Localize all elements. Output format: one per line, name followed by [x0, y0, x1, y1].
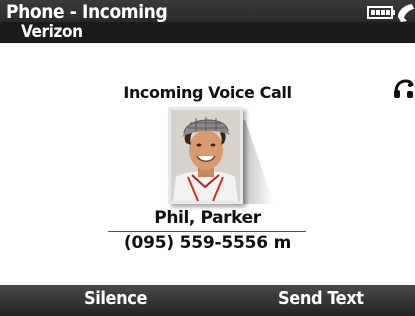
send-text-softkey[interactable]: Send Text — [278, 288, 364, 309]
carrier-name: Verizon — [21, 22, 83, 42]
incoming-call-screen: Phone - Incoming Verizon Incoming Voice … — [0, 0, 415, 316]
phone-signal-icon — [398, 4, 414, 22]
caller-photo — [168, 107, 243, 204]
call-type-label: Incoming Voice Call — [123, 83, 292, 102]
photo-shadow — [238, 120, 274, 204]
caller-number: (095) 559-5556 m — [123, 233, 292, 253]
silence-softkey[interactable]: Silence — [84, 288, 147, 309]
carrier-bar: Verizon — [0, 22, 415, 43]
battery-icon — [367, 6, 395, 19]
name-divider — [108, 231, 306, 232]
softkey-bar: Silence Send Text — [0, 285, 415, 316]
call-type-heading: Incoming Voice Call — [0, 83, 415, 102]
caller-name: Phil, Parker — [154, 208, 261, 228]
status-icons — [360, 3, 415, 23]
headset-icon — [393, 78, 415, 102]
window-title: Phone - Incoming — [6, 1, 168, 23]
